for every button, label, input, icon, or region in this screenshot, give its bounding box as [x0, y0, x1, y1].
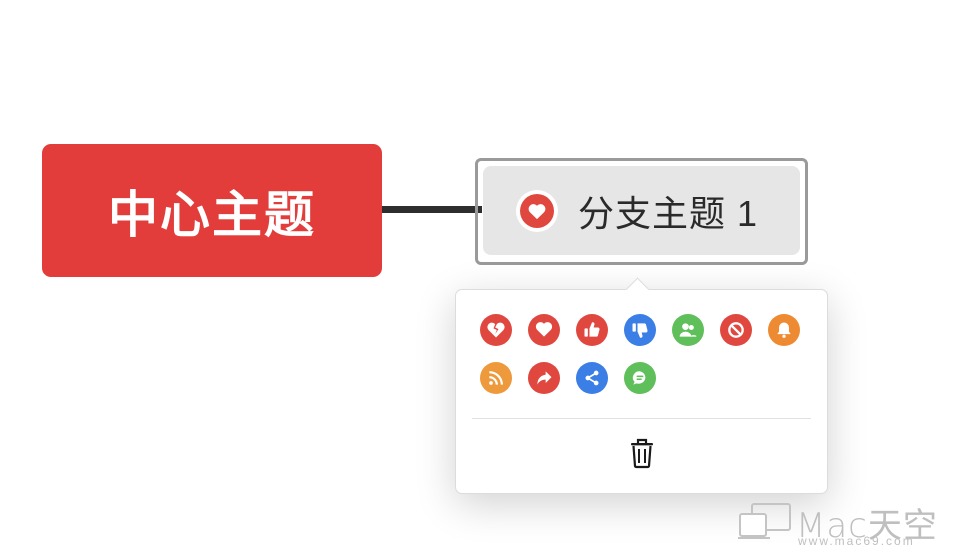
marker-grid [480, 314, 820, 394]
watermark-logo-icon [738, 503, 791, 539]
bell-icon[interactable] [768, 314, 800, 346]
thumbs-up-icon[interactable] [576, 314, 608, 346]
trash-icon[interactable] [624, 435, 660, 471]
thumbs-down-icon[interactable] [624, 314, 656, 346]
share-arrow-icon[interactable] [528, 362, 560, 394]
marker-picker-popover [455, 277, 828, 494]
prohibited-icon[interactable] [720, 314, 752, 346]
branch-topic[interactable]: 分支主题 1 [483, 166, 800, 255]
popover-divider [472, 418, 811, 419]
topic-connector [382, 206, 482, 213]
heart-icon[interactable] [516, 189, 558, 232]
watermark-url: www.mac69.com [798, 534, 915, 548]
watermark: Mac天空 www.mac69.com [738, 498, 948, 548]
comment-icon[interactable] [624, 362, 656, 394]
share-icon[interactable] [576, 362, 608, 394]
heart-icon[interactable] [528, 314, 560, 346]
broken-heart-icon[interactable] [480, 314, 512, 346]
central-topic[interactable]: 中心主题 [42, 144, 382, 277]
rss-icon[interactable] [480, 362, 512, 394]
central-topic-label: 中心主题 [108, 186, 316, 243]
users-icon[interactable] [672, 314, 704, 346]
popover-arrow [625, 277, 650, 302]
branch-topic-label: 分支主题 1 [578, 192, 759, 234]
